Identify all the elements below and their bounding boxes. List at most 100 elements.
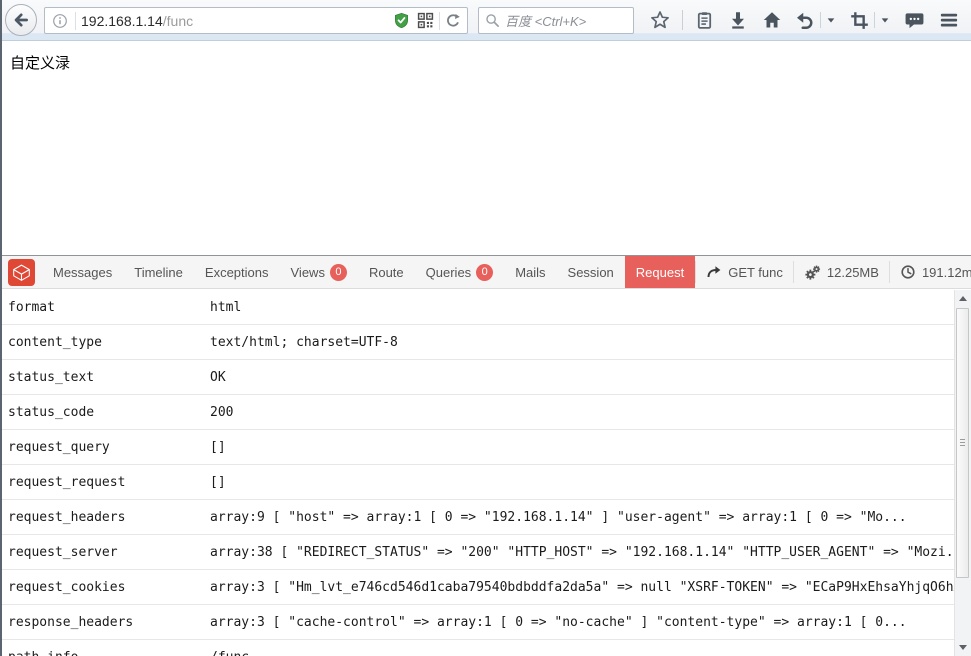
cogs-icon — [804, 264, 821, 281]
tab-label: Queries — [426, 265, 472, 280]
tab-request[interactable]: Request — [625, 256, 695, 288]
row-key: request_headers — [0, 510, 210, 525]
debugbar-scrollbar[interactable] — [954, 290, 971, 656]
clock-icon — [900, 264, 916, 280]
laravel-logo[interactable] — [8, 259, 35, 286]
tab-timeline[interactable]: Timeline — [123, 256, 194, 288]
tab-badge: 0 — [330, 264, 347, 281]
undo-button-group — [793, 8, 838, 32]
memory-status[interactable]: 12.25MB — [794, 256, 889, 288]
table-row: request_request [] — [0, 465, 971, 500]
table-row: format html — [0, 290, 971, 325]
tab-label: Mails — [515, 265, 545, 280]
scrollbar-thumb[interactable] — [956, 308, 969, 578]
home-icon[interactable] — [760, 8, 784, 32]
search-icon — [485, 13, 500, 28]
request-table: format html content_type text/html; char… — [0, 290, 971, 656]
table-row: content_type text/html; charset=UTF-8 — [0, 325, 971, 360]
row-value[interactable]: array:3 [ "Hm_lvt_e746cd546d1caba79540bd… — [210, 580, 971, 595]
reload-icon[interactable] — [445, 13, 461, 29]
crop-icon[interactable] — [848, 9, 871, 32]
row-key: path_info — [0, 650, 210, 656]
caret-down-icon[interactable] — [824, 13, 838, 27]
search-placeholder: 百度 <Ctrl+K> — [505, 11, 586, 30]
tab-queries[interactable]: Queries 0 — [415, 256, 505, 288]
download-icon[interactable] — [726, 8, 750, 32]
row-key: status_text — [0, 370, 210, 385]
url-host: 192.168.1.14 — [81, 13, 163, 29]
shield-icon[interactable] — [393, 12, 410, 29]
browser-toolbar: 192.168.1.14/func 百度 <Ctrl+K> — [0, 0, 971, 41]
row-value[interactable]: array:9 [ "host" => array:1 [ 0 => "192.… — [210, 510, 931, 525]
window-left-edge — [0, 0, 2, 656]
chat-icon[interactable] — [902, 8, 927, 33]
tab-label: Route — [369, 265, 404, 280]
tab-label: Exceptions — [205, 265, 269, 280]
route-status[interactable]: GET func — [696, 256, 793, 288]
browser-window: 192.168.1.14/func 百度 <Ctrl+K> — [0, 0, 971, 656]
scroll-down-button[interactable] — [955, 639, 971, 656]
row-value[interactable]: array:38 [ "REDIRECT_STATUS" => "200" "H… — [210, 545, 971, 560]
row-key: request_server — [0, 545, 210, 560]
clipboard-icon[interactable] — [693, 9, 716, 32]
row-value[interactable]: [] — [210, 440, 250, 455]
back-button[interactable] — [5, 4, 37, 36]
tab-label: Timeline — [134, 265, 183, 280]
table-row: request_headers array:9 [ "host" => arra… — [0, 500, 971, 535]
row-key: response_headers — [0, 615, 210, 630]
urlbar-divider-2 — [439, 12, 440, 30]
url-text[interactable]: 192.168.1.14/func — [81, 13, 193, 29]
undo-icon[interactable] — [793, 8, 817, 32]
tab-exceptions[interactable]: Exceptions — [194, 256, 280, 288]
table-row: request_cookies array:3 [ "Hm_lvt_e746cd… — [0, 570, 971, 605]
row-value[interactable]: /func — [210, 650, 273, 656]
info-icon[interactable] — [52, 13, 68, 29]
url-bar[interactable]: 192.168.1.14/func — [44, 7, 468, 34]
time-status[interactable]: 191.12ms — [890, 256, 971, 288]
tab-messages[interactable]: Messages — [42, 256, 123, 288]
table-row: path_info /func — [0, 640, 971, 656]
tab-label: Views — [291, 265, 325, 280]
tab-label: Session — [568, 265, 614, 280]
back-icon — [12, 11, 30, 29]
button-divider — [820, 12, 821, 28]
row-key: request_request — [0, 475, 210, 490]
url-path: /func — [163, 13, 193, 29]
tab-session[interactable]: Session — [557, 256, 625, 288]
triangle-down-icon — [959, 645, 967, 650]
debugbar-header: Messages Timeline Exceptions Views 0 Rou… — [0, 256, 971, 289]
row-key: request_cookies — [0, 580, 210, 595]
scroll-up-button[interactable] — [955, 290, 971, 307]
row-key: format — [0, 300, 210, 315]
search-bar[interactable]: 百度 <Ctrl+K> — [478, 7, 634, 34]
button-divider-2 — [874, 12, 875, 28]
row-value[interactable]: text/html; charset=UTF-8 — [210, 335, 422, 350]
tab-label: Messages — [53, 265, 112, 280]
route-label: GET func — [728, 265, 783, 280]
debugbar-tabs: Messages Timeline Exceptions Views 0 Rou… — [42, 256, 695, 288]
row-value[interactable]: array:3 [ "cache-control" => array:1 [ 0… — [210, 615, 931, 630]
memory-value: 12.25MB — [827, 265, 879, 280]
row-value[interactable]: [] — [210, 475, 250, 490]
tab-label: Request — [636, 265, 684, 280]
star-icon[interactable] — [648, 8, 672, 32]
toolbar-buttons — [642, 2, 967, 38]
crop-button-group — [848, 9, 892, 32]
urlbar-divider — [75, 12, 76, 30]
table-row: status_code 200 — [0, 395, 971, 430]
row-value[interactable]: OK — [210, 370, 250, 385]
tab-route[interactable]: Route — [358, 256, 415, 288]
debugbar: Messages Timeline Exceptions Views 0 Rou… — [0, 255, 971, 656]
row-value[interactable]: 200 — [210, 405, 257, 420]
menu-icon[interactable] — [937, 8, 961, 32]
tab-views[interactable]: Views 0 — [280, 256, 358, 288]
qr-code-icon[interactable] — [417, 12, 434, 29]
row-key: content_type — [0, 335, 210, 350]
time-value: 191.12ms — [922, 265, 971, 280]
caret-down-icon-2[interactable] — [878, 13, 892, 27]
triangle-up-icon — [959, 296, 967, 301]
tab-mails[interactable]: Mails — [504, 256, 556, 288]
page-title: 自定义渌 — [10, 52, 70, 73]
row-value[interactable]: html — [210, 300, 265, 315]
table-row: request_server array:38 [ "REDIRECT_STAT… — [0, 535, 971, 570]
